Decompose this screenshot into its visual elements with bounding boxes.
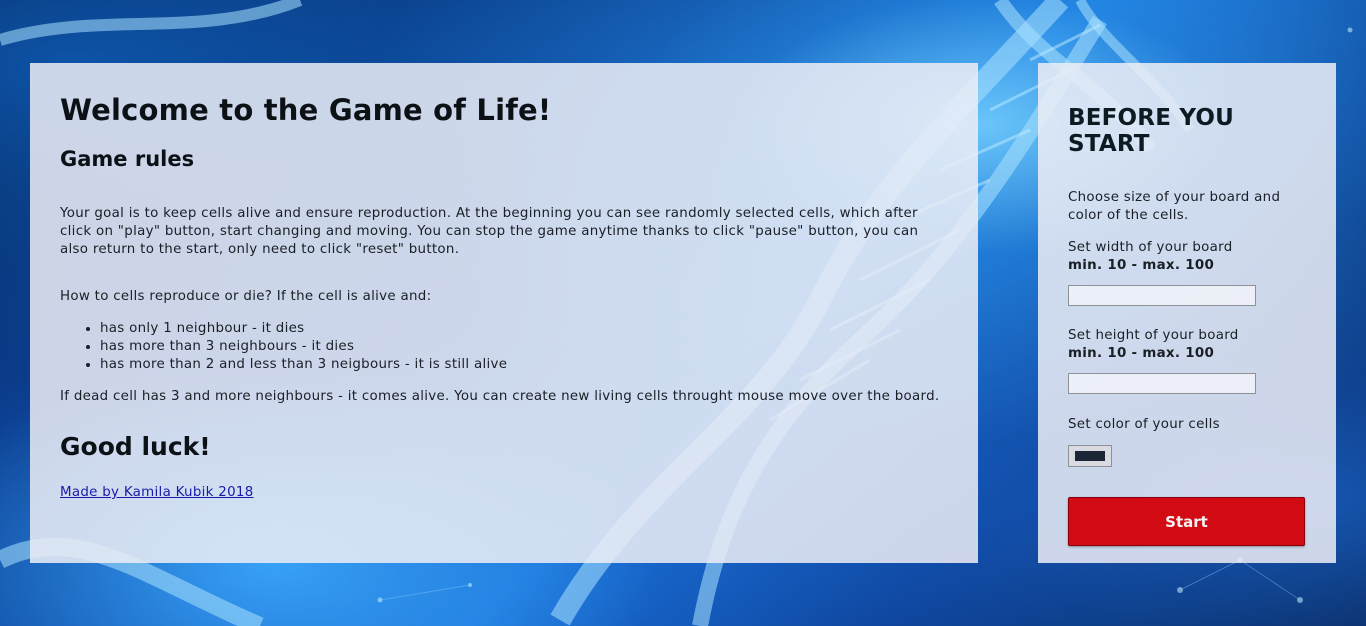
cell-color-picker[interactable] <box>1068 445 1112 467</box>
start-button[interactable]: Start <box>1068 497 1305 546</box>
cell-color-label: Set color of your cells <box>1068 417 1220 432</box>
settings-title: BEFORE YOU START <box>1068 105 1234 157</box>
page-title: Welcome to the Game of Life! <box>60 93 552 127</box>
height-field-label: Set height of your board min. 10 - max. … <box>1068 327 1306 363</box>
settings-panel: BEFORE YOU START Choose size of your boa… <box>1038 63 1336 563</box>
width-label: Set width of your board <box>1068 240 1233 255</box>
author-credit-link[interactable]: Made by Kamila Kubik 2018 <box>60 485 254 500</box>
list-item: has only 1 neighbour - it dies <box>100 320 948 338</box>
width-limit: min. 10 - max. 100 <box>1068 258 1215 273</box>
width-field-label: Set width of your board min. 10 - max. 1… <box>1068 239 1306 275</box>
game-rules-heading: Game rules <box>60 147 195 171</box>
board-width-input[interactable] <box>1068 285 1256 306</box>
rules-list: has only 1 neighbour - it dies has more … <box>60 320 948 374</box>
intro-paragraph: Your goal is to keep cells alive and ens… <box>60 206 919 257</box>
rules-question: How to cells reproduce or die? If the ce… <box>60 289 432 304</box>
height-label: Set height of your board <box>1068 328 1239 343</box>
cell-color-swatch <box>1075 451 1105 461</box>
board-height-input[interactable] <box>1068 373 1256 394</box>
dead-cell-rule: If dead cell has 3 and more neighbours -… <box>60 389 940 404</box>
settings-description: Choose size of your board and color of t… <box>1068 190 1281 223</box>
good-luck-heading: Good luck! <box>60 432 211 461</box>
game-info-panel: Welcome to the Game of Life! Game rules … <box>30 63 978 563</box>
list-item: has more than 2 and less than 3 neigbour… <box>100 356 948 374</box>
list-item: has more than 3 neighbours - it dies <box>100 338 948 356</box>
height-limit: min. 10 - max. 100 <box>1068 346 1215 361</box>
